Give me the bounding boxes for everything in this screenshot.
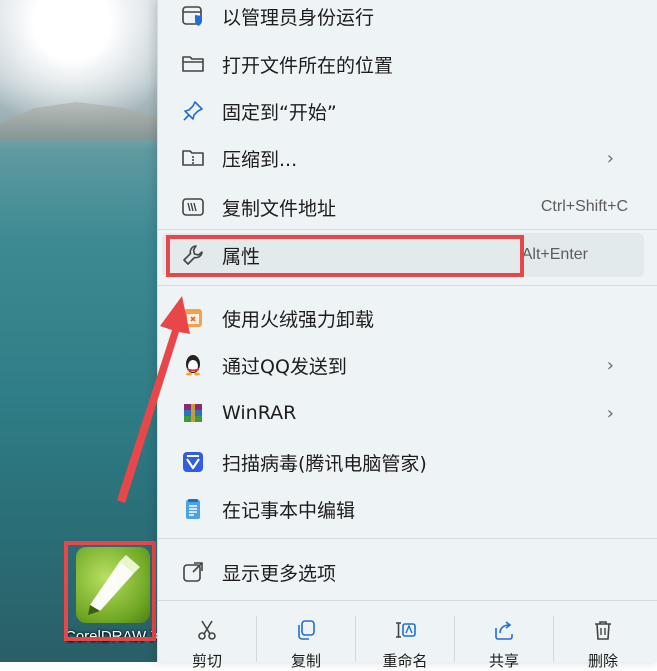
menu-item-label: 通过QQ发送到 <box>222 355 347 378</box>
menu-item-run-as-admin[interactable]: 以管理员身份运行 <box>158 0 644 38</box>
menu-item-compress[interactable]: 压缩到... › <box>158 136 644 180</box>
menu-item-label: 以管理员身份运行 <box>222 6 375 29</box>
tencent-shield-icon <box>180 449 206 475</box>
copy-button[interactable]: 复制 <box>257 606 355 670</box>
copy-icon <box>294 618 318 642</box>
menu-item-label: 使用火绒强力卸载 <box>222 308 375 331</box>
context-toolbar: 剪切 复制 重命名 共享 删除 <box>158 606 657 670</box>
toolbar-label: 共享 <box>488 652 519 670</box>
menu-item-scan-virus[interactable]: 扫描病毒(腾讯电脑管家) <box>158 440 644 484</box>
menu-item-label: 扫描病毒(腾讯电脑管家) <box>222 452 427 475</box>
properties-highlight-box <box>166 235 524 277</box>
chevron-right-icon: › <box>606 147 614 169</box>
menu-item-open-location[interactable]: 打开文件所在的位置 <box>158 42 644 86</box>
menu-item-send-qq[interactable]: 通过QQ发送到 › <box>158 343 644 387</box>
menu-divider <box>158 229 657 230</box>
shortcut-text: Ctrl+Shift+C <box>540 198 628 215</box>
toolbar-label: 删除 <box>587 652 618 670</box>
chevron-right-icon: › <box>606 354 614 376</box>
menu-item-label: 复制文件地址 <box>222 197 337 220</box>
qq-icon <box>180 352 206 378</box>
menu-item-winrar[interactable]: WinRAR › <box>158 391 644 435</box>
shield-app-icon <box>180 3 206 29</box>
rename-icon <box>393 618 417 642</box>
share-button[interactable]: 共享 <box>455 606 553 670</box>
rename-button[interactable]: 重命名 <box>356 606 454 670</box>
folder-icon <box>180 51 206 77</box>
show-more-icon <box>180 559 206 585</box>
context-menu: 以管理员身份运行 打开文件所在的位置 固定到“开始” 压缩到... › 复制文件… <box>157 0 657 670</box>
toolbar-label: 剪切 <box>191 652 222 670</box>
menu-item-label: WinRAR <box>222 402 297 424</box>
pin-icon <box>180 98 206 124</box>
menu-item-label: 压缩到... <box>222 148 298 171</box>
shortcut-text: Alt+Enter <box>521 246 588 263</box>
toolbar-label: 重命名 <box>382 652 428 670</box>
menu-item-label: 在记事本中编辑 <box>222 499 356 522</box>
scissors-icon <box>195 618 219 642</box>
menu-item-copy-path[interactable]: 复制文件地址 Ctrl+Shift+C <box>158 185 644 229</box>
notepad-icon <box>180 496 206 522</box>
cut-button[interactable]: 剪切 <box>158 606 256 670</box>
menu-divider <box>158 600 657 601</box>
menu-divider <box>158 285 657 286</box>
menu-item-label: 打开文件所在的位置 <box>222 54 394 77</box>
menu-item-edit-notepad[interactable]: 在记事本中编辑 <box>158 487 644 531</box>
menu-item-label: 固定到“开始” <box>222 101 337 124</box>
trash-icon <box>591 618 615 642</box>
menu-item-label: 显示更多选项 <box>222 562 337 585</box>
toolbar-label: 复制 <box>290 652 321 670</box>
share-icon <box>492 618 516 642</box>
shortcut-highlight-box <box>64 541 156 641</box>
menu-item-pin-start[interactable]: 固定到“开始” <box>158 89 644 133</box>
menu-item-huorong-uninstall[interactable]: 使用火绒强力卸载 <box>158 296 644 340</box>
chevron-right-icon: › <box>606 402 614 424</box>
zip-folder-icon <box>180 145 206 171</box>
menu-divider <box>158 538 657 539</box>
uninstall-icon <box>180 305 206 331</box>
copy-path-icon <box>180 194 206 220</box>
menu-item-show-more[interactable]: 显示更多选项 <box>158 550 644 594</box>
delete-button[interactable]: 删除 <box>554 606 652 670</box>
winrar-icon <box>180 400 206 426</box>
